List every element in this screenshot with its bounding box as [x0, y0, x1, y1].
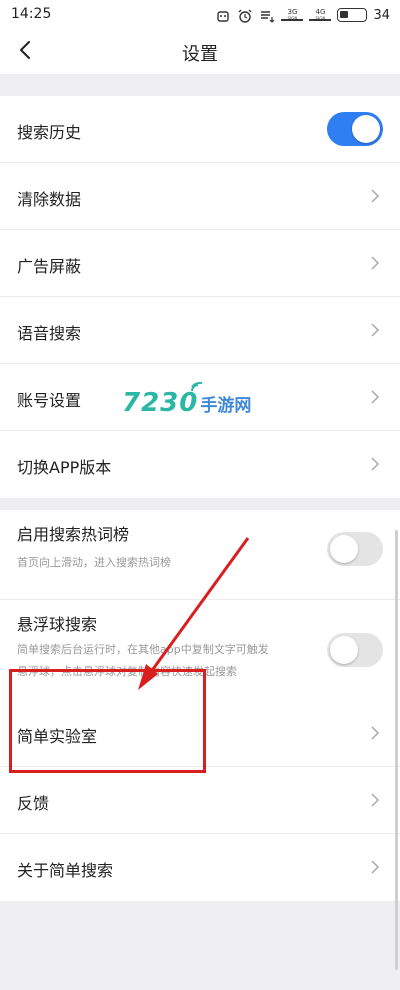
row-label: 关于简单搜索: [17, 861, 114, 880]
status-time: 14:25: [11, 6, 52, 22]
row-label: 语音搜索: [17, 324, 82, 343]
signal-icon: 3G SIGN: [281, 9, 304, 21]
battery-icon: [337, 8, 368, 22]
status-bar: 14:25 3G SIGN 4G SIGN 34: [0, 0, 400, 30]
chevron-right-icon: [370, 725, 380, 741]
watermark-number: 7230: [122, 388, 199, 418]
row-label: 启用搜索热词榜: [17, 525, 130, 544]
hot-words-toggle[interactable]: [327, 532, 383, 566]
row-about[interactable]: 关于简单搜索: [0, 834, 400, 901]
row-ad-block[interactable]: 广告屏蔽: [0, 230, 400, 297]
row-feedback[interactable]: 反馈: [0, 767, 400, 834]
alarm-icon: [237, 8, 253, 23]
row-label: 反馈: [17, 794, 50, 813]
wifi-icon: [190, 378, 204, 392]
signal-icon: 4G SIGN: [309, 9, 332, 21]
row-label: 悬浮球搜索: [17, 615, 98, 634]
android-icon: [215, 8, 231, 22]
data-arrows-icon: [259, 8, 275, 23]
chevron-right-icon: [370, 456, 380, 472]
watermark: 7230 手游网: [122, 381, 252, 418]
nav-bar: 设置: [0, 30, 400, 74]
status-icons: 3G SIGN 4G SIGN 34: [215, 5, 390, 25]
battery-level: 34: [373, 7, 390, 23]
row-description: 简单搜索后台运行时，在其他app中复制文字可触发: [17, 643, 269, 656]
annotation-highlight-box: [9, 669, 206, 773]
chevron-right-icon: [370, 389, 380, 405]
scrollbar[interactable]: [395, 530, 398, 970]
row-label: 清除数据: [17, 190, 82, 209]
row-switch-version[interactable]: 切换APP版本: [0, 431, 400, 498]
row-voice-search[interactable]: 语音搜索: [0, 297, 400, 364]
float-ball-toggle[interactable]: [327, 633, 383, 667]
chevron-right-icon: [370, 255, 380, 271]
row-label: 搜索历史: [17, 123, 82, 142]
row-description: 首页向上滑动，进入搜索热词榜: [17, 556, 171, 569]
chevron-right-icon: [370, 322, 380, 338]
page-title: 设置: [182, 44, 218, 65]
row-label: 广告屏蔽: [17, 257, 82, 276]
chevron-right-icon: [370, 792, 380, 808]
row-label: 账号设置: [17, 391, 82, 410]
chevron-right-icon: [370, 859, 380, 875]
watermark-text: 手游网: [200, 395, 252, 416]
row-search-history: 搜索历史: [0, 96, 400, 163]
row-hot-words: 启用搜索热词榜 首页向上滑动，进入搜索热词榜: [0, 510, 400, 600]
row-clear-data[interactable]: 清除数据: [0, 163, 400, 230]
settings-group-general: 搜索历史 清除数据 广告屏蔽 语音搜索 账号设置 切换APP版本: [0, 96, 400, 498]
chevron-right-icon: [370, 188, 380, 204]
row-label: 切换APP版本: [17, 458, 112, 477]
search-history-toggle[interactable]: [327, 112, 383, 146]
